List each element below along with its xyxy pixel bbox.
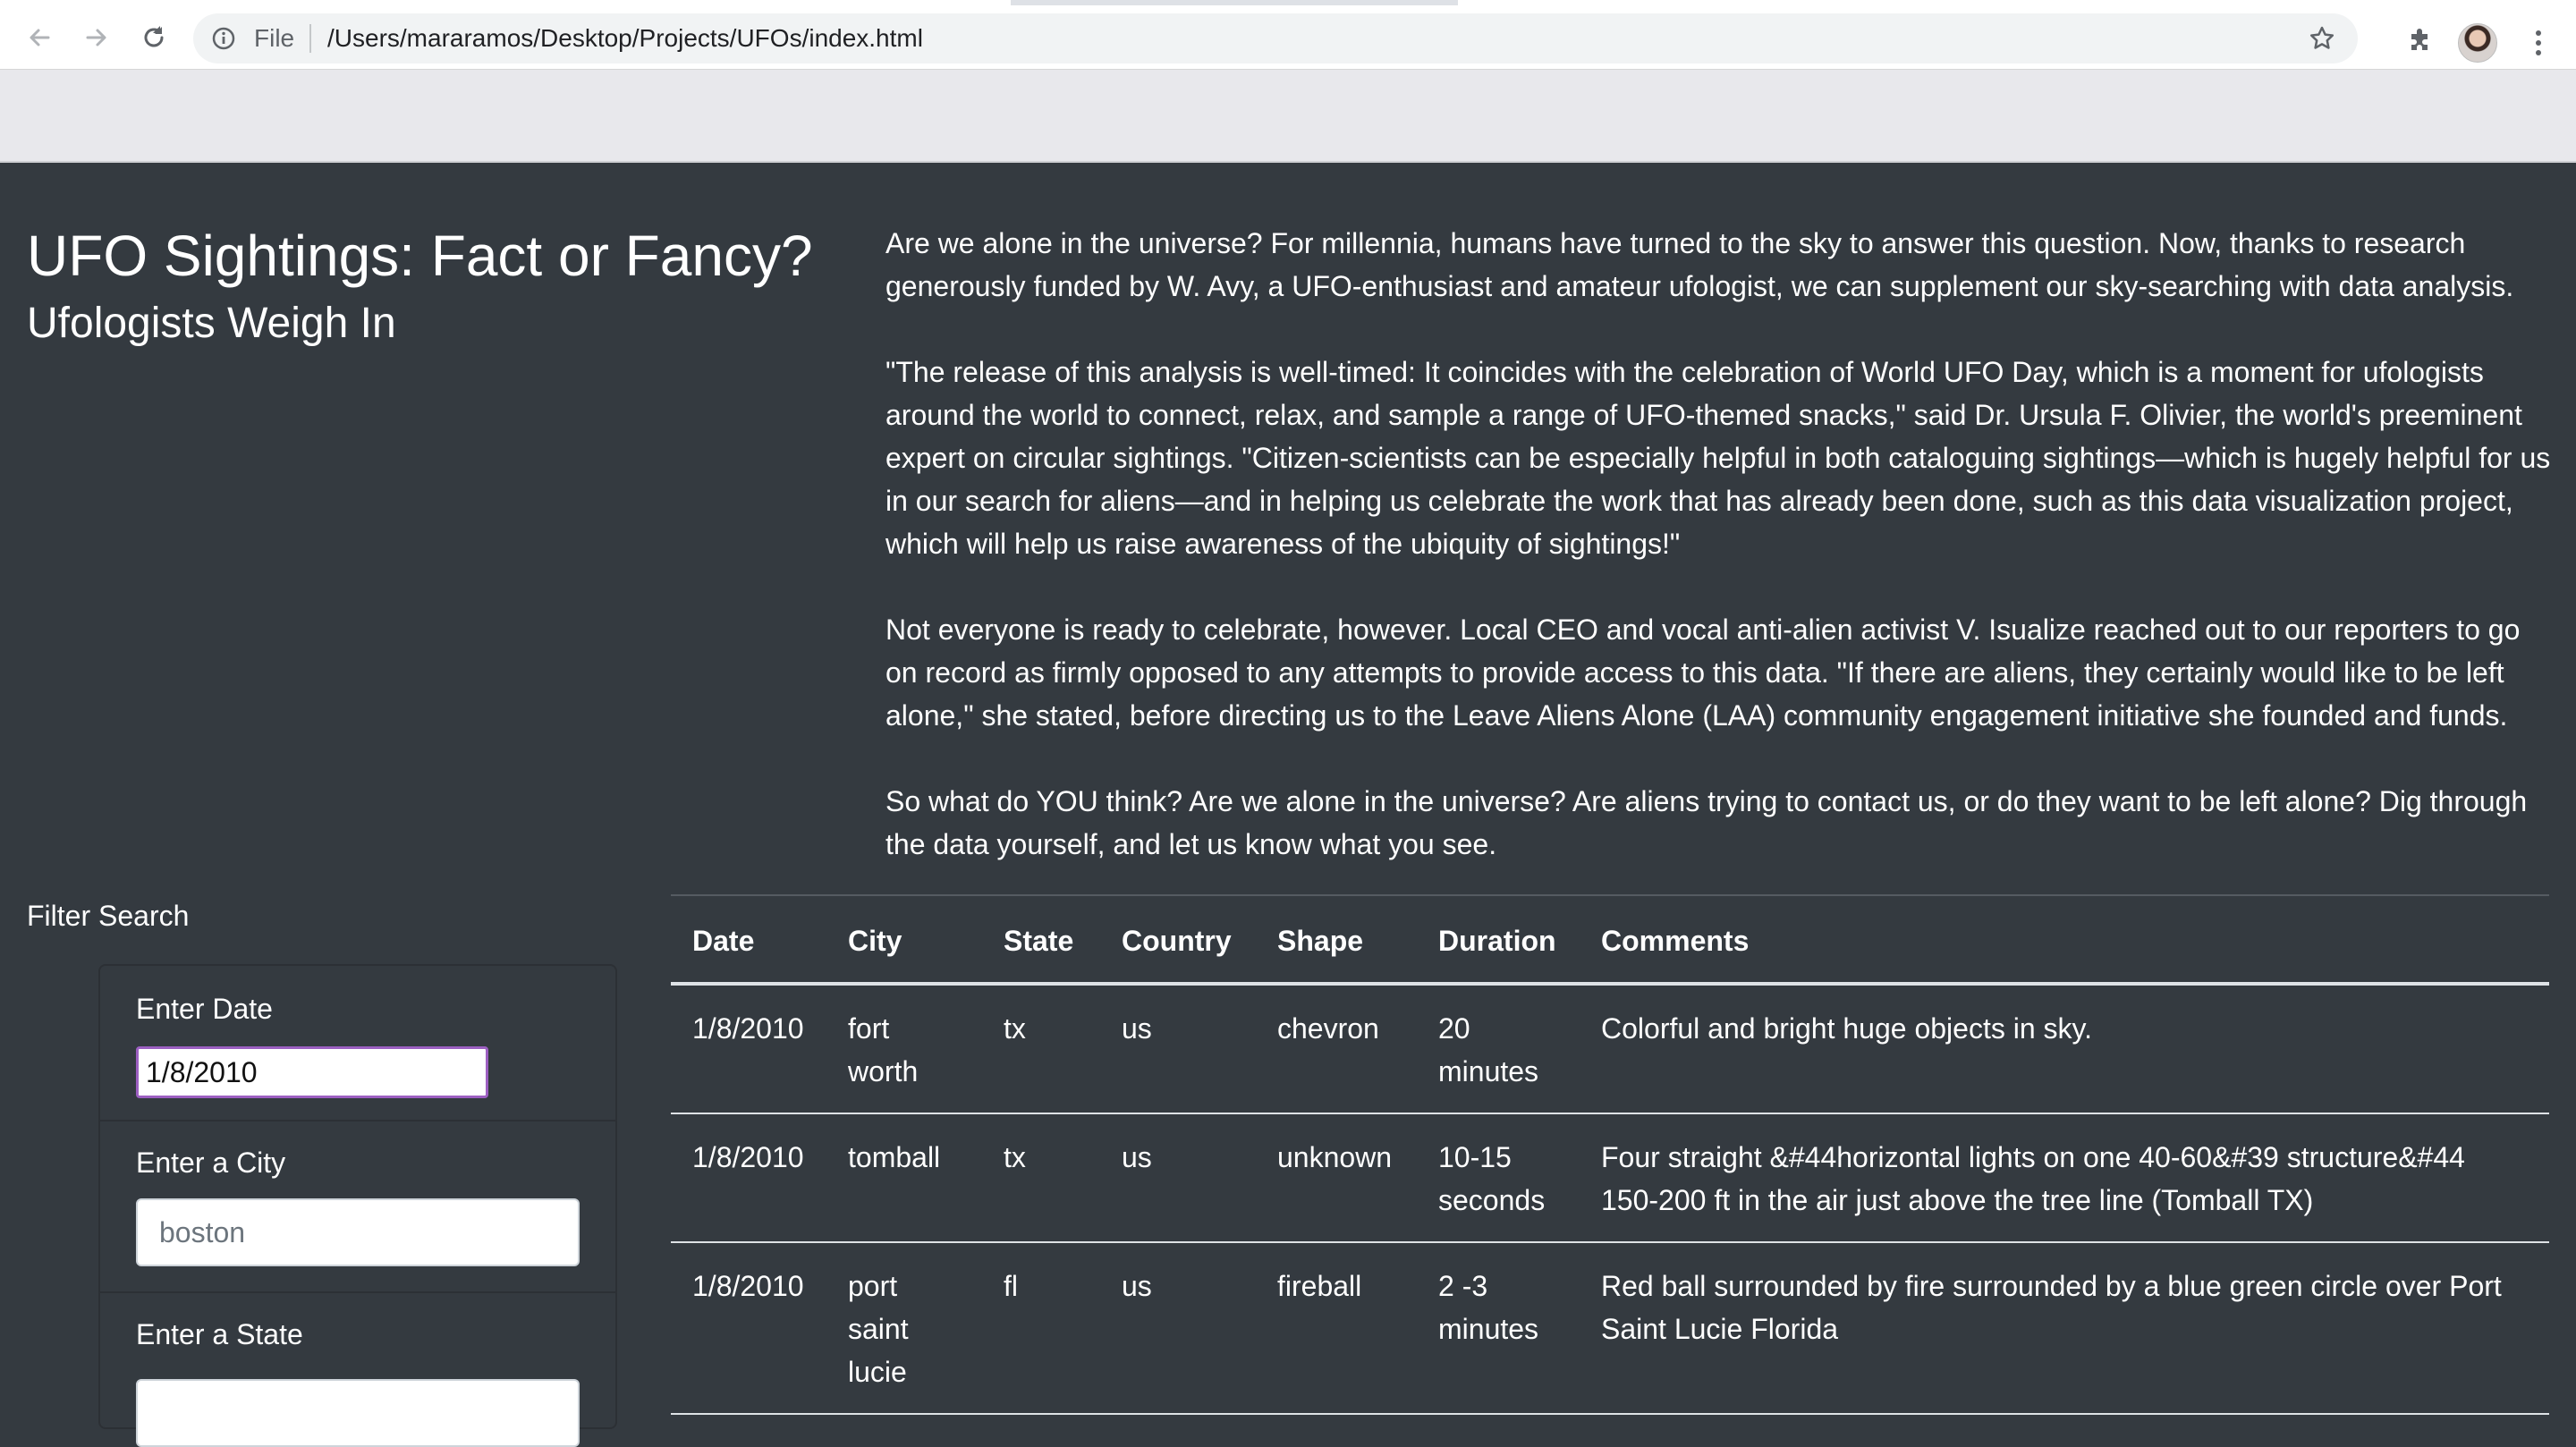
cell-city: tomball: [826, 1113, 982, 1243]
sightings-table-wrapper: Date City State Country Shape Duration C…: [671, 894, 2549, 1415]
date-input[interactable]: [136, 1046, 488, 1098]
table-row: 1/8/2010 fort worth tx us chevron 20 min…: [671, 984, 2549, 1114]
info-icon[interactable]: [211, 26, 236, 51]
cell-country: us: [1100, 1113, 1256, 1243]
url-text[interactable]: /Users/mararamos/Desktop/Projects/UFOs/i…: [327, 24, 923, 53]
article-paragraph: Are we alone in the universe? For millen…: [886, 227, 2514, 302]
cell-duration: 2 -3 minutes: [1417, 1242, 1580, 1415]
cell-state: tx: [982, 1113, 1100, 1243]
cell-duration: 10-15 seconds: [1417, 1113, 1580, 1243]
cell-comments: Colorful and bright huge objects in sky.: [1580, 984, 2549, 1114]
article-paragraph: So what do YOU think? Are we alone in th…: [886, 785, 2528, 860]
filter-card: Enter Date Enter a City Enter a State: [98, 964, 617, 1447]
cell-state: tx: [982, 984, 1100, 1114]
state-label: Enter a State: [136, 1318, 303, 1350]
article-body: Are we alone in the universe? For millen…: [886, 222, 2558, 866]
sightings-table: Date City State Country Shape Duration C…: [671, 894, 2549, 1415]
reload-icon[interactable]: [136, 20, 172, 55]
cell-state: fl: [982, 1242, 1100, 1415]
column-header-comments: Comments: [1580, 894, 2549, 986]
cell-comments: Red ball surrounded by fire surrounded b…: [1580, 1242, 2549, 1415]
cell-duration: 20 minutes: [1417, 984, 1580, 1114]
cell-date: 1/8/2010: [671, 984, 826, 1114]
cell-shape: unknown: [1256, 1113, 1417, 1243]
table-row: 1/8/2010 port saint lucie fl us fireball…: [671, 1242, 2549, 1415]
address-bar[interactable]: File /Users/mararamos/Desktop/Projects/U…: [193, 13, 2358, 63]
profile-avatar[interactable]: [2458, 23, 2497, 63]
column-header-duration: Duration: [1417, 894, 1580, 986]
page-subtitle: Ufologists Weigh In: [27, 300, 396, 347]
table-row: 1/8/2010 tomball tx us unknown 10-15 sec…: [671, 1113, 2549, 1243]
city-input[interactable]: [136, 1198, 580, 1266]
page-title: UFO Sightings: Fact or Fancy?: [27, 224, 813, 288]
omnibox-divider: [309, 24, 311, 53]
filter-item-state: Enter a State: [100, 1293, 615, 1447]
cell-country: us: [1100, 1242, 1256, 1415]
column-header-shape: Shape: [1256, 894, 1417, 986]
filter-search-heading: Filter Search: [27, 900, 190, 932]
table-header-row: Date City State Country Shape Duration C…: [671, 894, 2549, 986]
date-label: Enter Date: [136, 993, 273, 1025]
article-paragraph: "The release of this analysis is well-ti…: [886, 356, 2551, 560]
kebab-icon[interactable]: [2528, 27, 2549, 59]
article-paragraph: Not everyone is ready to celebrate, howe…: [886, 613, 2521, 732]
cell-shape: fireball: [1256, 1242, 1417, 1415]
column-header-date: Date: [671, 894, 826, 986]
cell-country: us: [1100, 984, 1256, 1114]
browser-toolbar: File /Users/mararamos/Desktop/Projects/U…: [0, 5, 2576, 70]
star-icon[interactable]: [2308, 24, 2336, 53]
state-input[interactable]: [136, 1379, 580, 1447]
puzzle-icon[interactable]: [2406, 25, 2435, 54]
cell-city: fort worth: [826, 984, 982, 1114]
forward-icon[interactable]: [79, 20, 114, 55]
cell-city: port saint lucie: [826, 1242, 982, 1415]
cell-date: 1/8/2010: [671, 1113, 826, 1243]
column-header-state: State: [982, 894, 1100, 986]
cell-comments: Four straight &#44horizontal lights on o…: [1580, 1113, 2549, 1243]
site-navbar: [0, 70, 2576, 163]
cell-shape: chevron: [1256, 984, 1417, 1114]
filter-item-city: Enter a City: [100, 1121, 615, 1293]
column-header-city: City: [826, 894, 982, 986]
column-header-country: Country: [1100, 894, 1256, 986]
filter-item-date: Enter Date: [100, 966, 615, 1121]
scheme-label: File: [254, 24, 295, 52]
back-icon[interactable]: [21, 20, 57, 55]
city-label: Enter a City: [136, 1147, 286, 1179]
cell-date: 1/8/2010: [671, 1242, 826, 1415]
